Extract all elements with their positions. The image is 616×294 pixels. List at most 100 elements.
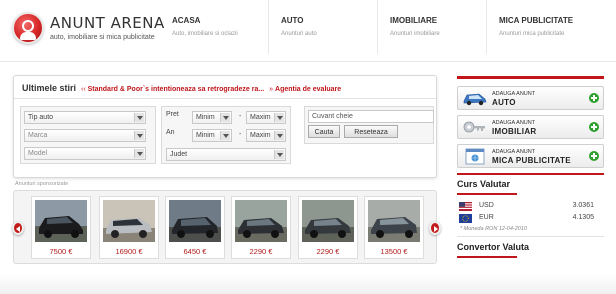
news-title: Ultimele stiri: [22, 83, 77, 93]
nav-item-imobiliare[interactable]: IMOBILIARE Anunturi imobiliare: [378, 0, 487, 54]
car-photo: [368, 200, 420, 242]
range-dash: -: [239, 113, 242, 120]
car-price: 6450 €: [183, 247, 207, 256]
currency-code: USD: [479, 202, 494, 209]
converter-title-underline: [457, 256, 517, 258]
news-ticker: Ultimele stiri ‹‹ Standard & Poor`s inte…: [14, 76, 436, 99]
header: ANUNT ARENA auto, imobiliare si mica pub…: [0, 0, 616, 62]
add-imobiliar-button[interactable]: ADAUGA ANUNT IMOBILIAR: [457, 115, 604, 139]
chevron-down-icon: [274, 131, 284, 140]
top-navigation: ACASA Auto, imobiliare si oclazii AUTO A…: [160, 0, 596, 60]
car-price: 13500 €: [380, 247, 408, 256]
chevron-down-icon: [274, 150, 284, 159]
carousel-prev-button[interactable]: [12, 221, 24, 235]
currency-value: 4.1305: [572, 214, 594, 221]
carousel-next-button[interactable]: [429, 221, 441, 235]
model-value: Model: [28, 150, 48, 157]
divider: [457, 236, 604, 237]
add-label-top: ADAUGA ANUNT: [492, 91, 536, 97]
nav-label: ACASA: [172, 16, 201, 25]
sidebar-accent-bar: [457, 173, 604, 175]
logo-title: ANUNT ARENA: [50, 14, 165, 32]
add-label-main: MICA PUBLICITATE: [492, 156, 571, 165]
car-icon: [462, 90, 488, 107]
sponsored-car-card[interactable]: 7500 €: [31, 196, 91, 259]
sponsored-car-card[interactable]: 16900 €: [99, 196, 159, 259]
pret-min-value: Minim: [196, 114, 215, 121]
pret-label: Pret: [166, 111, 179, 118]
nav-label: MICA PUBLICITATE: [499, 16, 574, 25]
chevron-down-icon: [220, 131, 230, 140]
currency-title: Curs Valutar: [457, 179, 511, 189]
chevron-down-icon: [134, 131, 144, 140]
an-label: An: [166, 129, 175, 136]
model-select[interactable]: Model: [24, 147, 146, 160]
news-prev-icon[interactable]: ‹‹: [81, 86, 86, 93]
add-label-top: ADAUGA ANUNT: [492, 120, 536, 126]
sponsored-car-card[interactable]: 2290 €: [231, 196, 291, 259]
page-bottom-shadow: [0, 274, 616, 294]
an-max-select[interactable]: Maxim: [246, 129, 286, 142]
chevron-down-icon: [274, 113, 284, 122]
sidebar-accent-bar: [457, 76, 604, 79]
add-label-main: IMOBILIAR: [492, 127, 537, 136]
site-logo[interactable]: ANUNT ARENA auto, imobiliare si mica pub…: [12, 10, 172, 50]
add-label-main: AUTO: [492, 98, 516, 107]
news-headline[interactable]: Standard & Poor`s intentioneaza sa retro…: [88, 86, 265, 93]
keyword-placeholder: Cuvant cheie: [312, 113, 353, 120]
car-photo: [169, 200, 221, 242]
car-photo: [103, 200, 155, 242]
keyword-input[interactable]: Cuvant cheie: [308, 110, 434, 123]
tip-auto-select[interactable]: Tip auto: [24, 111, 146, 124]
nav-sublabel: Anunturi mica publicitate: [499, 31, 565, 37]
an-min-value: Minim: [196, 132, 215, 139]
add-auto-button[interactable]: ADAUGA ANUNT AUTO: [457, 86, 604, 110]
chevron-down-icon: [220, 113, 230, 122]
news-source[interactable]: Agentia de evaluare: [275, 86, 341, 93]
marca-value: Marca: [28, 132, 48, 139]
sponsored-label: Anunturi sponsorizate: [15, 181, 69, 187]
sponsored-car-card[interactable]: 13500 €: [364, 196, 424, 259]
an-min-select[interactable]: Minim: [192, 129, 232, 142]
nav-item-auto[interactable]: AUTO Anunturi auto: [269, 0, 378, 54]
chevron-down-icon: [134, 149, 144, 158]
nav-sublabel: Anunturi auto: [281, 31, 317, 37]
eu-flag-icon: [459, 214, 472, 223]
reset-button[interactable]: Reseteaza: [344, 125, 398, 138]
tip-auto-value: Tip auto: [28, 114, 54, 121]
pret-max-value: Maxim: [250, 114, 271, 121]
plus-icon: [589, 151, 599, 161]
logo-subtitle: auto, imobiliare si mica publicitate: [50, 34, 155, 41]
currency-code: EUR: [479, 214, 494, 221]
car-photo: [35, 200, 87, 242]
sponsored-car-card[interactable]: 6450 €: [165, 196, 225, 259]
marca-select[interactable]: Marca: [24, 129, 146, 142]
currency-value: 3.0361: [572, 202, 594, 209]
plus-icon: [589, 93, 599, 103]
range-dash: -: [239, 131, 242, 138]
search-button[interactable]: Cauta: [308, 125, 340, 138]
car-price: 16900 €: [115, 247, 143, 256]
judet-select[interactable]: Judet: [166, 148, 286, 161]
pret-max-select[interactable]: Maxim: [246, 111, 286, 124]
judet-value: Judet: [170, 151, 188, 158]
car-price: 2290 €: [316, 247, 340, 256]
us-flag-icon: [459, 202, 472, 211]
nav-item-mica-publicitate[interactable]: MICA PUBLICITATE Anunturi mica publicita…: [487, 0, 596, 54]
news-separator: »: [269, 86, 274, 93]
add-label-top: ADAUGA ANUNT: [492, 149, 536, 155]
add-mica-publicitate-button[interactable]: ADAUGA ANUNT MICA PUBLICITATE: [457, 144, 604, 168]
currency-note: * Moneda RON 12-04-2010: [460, 226, 527, 232]
pret-min-select[interactable]: Minim: [192, 111, 232, 124]
an-max-value: Maxim: [250, 132, 271, 139]
nav-sublabel: Anunturi imobiliare: [390, 31, 440, 37]
nav-label: AUTO: [281, 16, 304, 25]
nav-item-acasa[interactable]: ACASA Auto, imobiliare si oclazii: [160, 0, 269, 54]
sponsored-car-card[interactable]: 2290 €: [298, 196, 358, 259]
key-icon: [462, 119, 488, 136]
currency-title-underline: [457, 193, 517, 195]
plus-icon: [589, 122, 599, 132]
car-photo: [302, 200, 354, 242]
converter-title: Convertor Valuta: [457, 242, 530, 252]
logo-icon: [12, 12, 44, 44]
